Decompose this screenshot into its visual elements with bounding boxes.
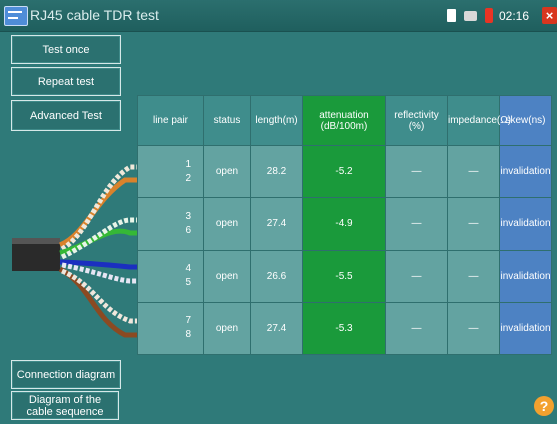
close-icon[interactable]: × [542,7,557,24]
cell-skew: invalidation [499,197,552,251]
cell-skew: invalidation [499,144,552,199]
table-row: 36 open 27.4 -4.9 — — invalidation [137,197,552,251]
header-attenuation: attenuation (dB/100m) [302,95,386,146]
header-skew: skew(ns) [499,95,552,146]
pair-wire-a: 1 [185,158,191,170]
cell-status: open [203,197,251,251]
pair-wire-b: 5 [185,277,191,289]
cell-status: open [203,301,251,356]
header-status: status [203,95,251,146]
cell-skew: invalidation [499,249,552,303]
sd-card-icon [447,9,456,22]
table-header-row: line pair status length(m) attenuation (… [137,95,552,146]
clock: 02:16 [499,9,530,23]
cell-impedance: — [447,197,500,251]
pair-wire-a: 4 [185,263,191,275]
cell-status: open [203,249,251,303]
cell-reflectivity: — [385,197,448,251]
cell-length: 28.2 [250,144,303,199]
header-impedance: impedance(Ω) [447,95,511,146]
header-line-pair: line pair [137,95,204,146]
cell-attenuation: -5.5 [302,249,386,303]
pair-wire-b: 2 [185,172,191,184]
tdr-results-table: line pair status length(m) attenuation (… [137,95,552,356]
header-length: length(m) [250,95,303,146]
test-once-button[interactable]: Test once [11,35,121,64]
advanced-test-button[interactable]: Advanced Test [11,100,121,131]
cell-attenuation: -4.9 [302,197,386,251]
image-icon[interactable] [464,11,477,21]
cell-length: 27.4 [250,197,303,251]
cable-jacket-highlight [12,238,60,244]
cell-line-pair: 36 [137,197,204,251]
cell-attenuation: -5.3 [302,301,386,356]
repeat-test-button[interactable]: Repeat test [11,67,121,96]
table-row: 12 open 28.2 -5.2 — — invalidation [137,144,552,199]
cell-line-pair: 45 [137,249,204,303]
cell-impedance: — [447,301,500,356]
pair-wire-a: 7 [185,315,191,327]
cell-line-pair: 78 [137,301,204,356]
pair-wire-b: 8 [185,329,191,341]
cell-length: 26.6 [250,249,303,303]
pair-wire-a: 3 [185,210,191,222]
cell-reflectivity: — [385,301,448,356]
battery-icon [485,8,493,23]
cell-impedance: — [447,249,500,303]
pair-wire-b: 6 [185,224,191,236]
cell-attenuation: -5.2 [302,144,386,199]
help-icon[interactable]: ? [534,396,554,416]
table-row: 45 open 26.6 -5.5 — — invalidation [137,249,552,303]
table-row: 78 open 27.4 -5.3 — — invalidation [137,301,552,356]
connection-diagram-button[interactable]: Connection diagram [11,360,121,389]
cell-status: open [203,144,251,199]
title-bar: RJ45 cable TDR test 02:16 × [0,0,557,32]
cable-sequence-diagram-button[interactable]: Diagram of the cable sequence [11,391,119,420]
cell-reflectivity: — [385,144,448,199]
cell-reflectivity: — [385,249,448,303]
header-reflectivity: reflectivity (%) [385,95,448,146]
cell-skew: invalidation [499,301,552,356]
window-title: RJ45 cable TDR test [30,7,159,23]
app-icon[interactable] [4,6,28,26]
cell-impedance: — [447,144,500,199]
cell-length: 27.4 [250,301,303,356]
cell-line-pair: 12 [137,144,204,199]
